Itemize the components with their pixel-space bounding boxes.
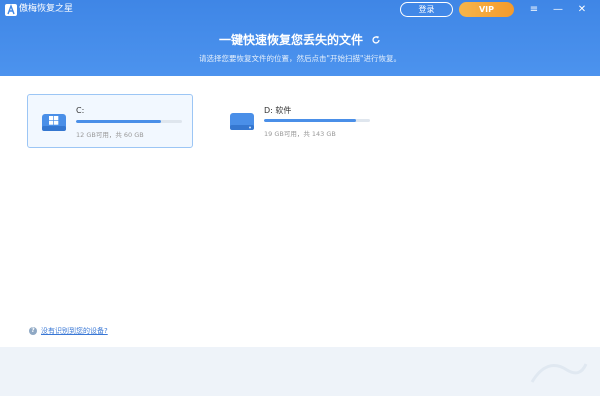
app-title: 傲梅恢复之星 [19, 4, 74, 14]
app-logo-icon [5, 4, 17, 16]
close-icon[interactable]: ✕ [574, 2, 590, 17]
footer-bar [0, 347, 600, 396]
headline: 一键快速恢复您丢失的文件 [0, 29, 600, 48]
drive-card-c[interactable]: C: 12 GB可用，共 60 GB [27, 94, 193, 148]
question-icon: ? [29, 327, 37, 335]
minimize-icon[interactable]: — [550, 2, 566, 17]
device-not-found-link[interactable]: 没有识别到您的设备? [41, 326, 108, 336]
drive-capacity: 19 GB可用，共 143 GB [264, 130, 336, 138]
drive-usage-fill [264, 119, 357, 122]
watermark-logo-icon [530, 363, 588, 383]
drive-name: C: [76, 106, 85, 115]
hard-drive-icon [230, 113, 254, 130]
refresh-icon[interactable] [371, 35, 381, 45]
page-title: 一键快速恢复您丢失的文件 [218, 33, 363, 47]
drive-usage-bar [264, 119, 370, 122]
page-subtitle: 请选择您要恢复文件的位置，然后点击"开始扫描"进行恢复。 [199, 54, 401, 63]
drive-usage-bar [76, 120, 182, 123]
drive-usage-fill [76, 120, 161, 123]
vip-button[interactable]: VIP [459, 2, 514, 17]
drive-name: D: 软件 [264, 106, 292, 115]
drive-capacity: 12 GB可用，共 60 GB [76, 131, 144, 139]
drive-card-d[interactable]: D: 软件 19 GB可用，共 143 GB [216, 94, 382, 148]
menu-icon[interactable]: ≡ [526, 2, 542, 17]
help-row: ? 没有识别到您的设备? [29, 326, 108, 336]
header-banner: 傲梅恢复之星 登录 VIP ≡ — ✕ 一键快速恢复您丢失的文件 请选择您要恢复… [0, 0, 600, 76]
login-button[interactable]: 登录 [400, 2, 453, 17]
title-bar: 傲梅恢复之星 登录 VIP ≡ — ✕ [0, 0, 600, 20]
windows-drive-icon [42, 114, 66, 131]
